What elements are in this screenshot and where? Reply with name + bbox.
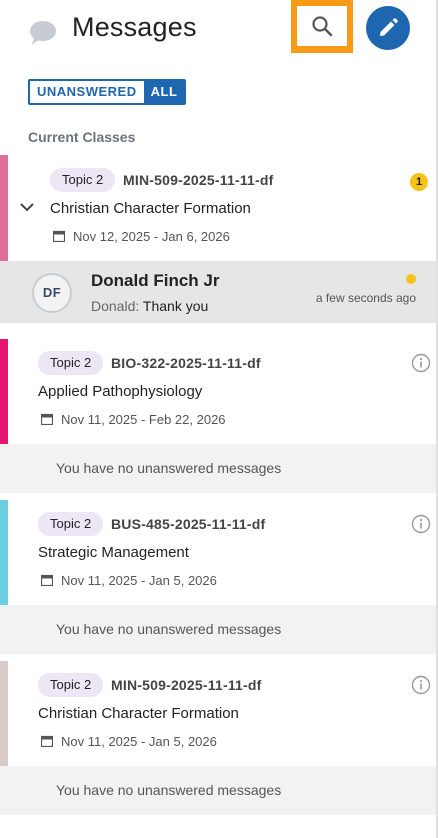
class-color-bar	[0, 500, 8, 606]
class-name: Applied Pathophysiology	[38, 383, 203, 400]
filter-toggle: UNANSWERED ALL	[28, 79, 187, 105]
class-name: Christian Character Formation	[38, 705, 239, 722]
calendar-icon	[53, 230, 65, 242]
pencil-icon	[380, 18, 398, 36]
empty-message: You have no unanswered messages	[0, 766, 438, 815]
search-icon	[312, 16, 333, 37]
message-row[interactable]: DF Donald Finch Jr Donald: Thank you a f…	[0, 261, 438, 323]
chevron-down-icon[interactable]	[19, 201, 35, 213]
compose-button[interactable]	[366, 6, 410, 50]
info-icon[interactable]	[411, 514, 431, 534]
class-card[interactable]: Topic 2 BUS-485-2025-11-11-df Strategic …	[0, 500, 438, 606]
class-dates: Nov 12, 2025 - Jan 6, 2026	[73, 229, 230, 244]
class-code: BIO-322-2025-11-11-df	[111, 355, 261, 371]
class-card[interactable]: Topic 2 MIN-509-2025-11-11-df Christian …	[0, 155, 438, 261]
filter-unanswered[interactable]: UNANSWERED	[30, 81, 144, 103]
search-highlight	[291, 0, 353, 53]
message-preview-from: Donald:	[91, 298, 140, 314]
class-name: Strategic Management	[38, 544, 189, 561]
topic-pill: Topic 2	[50, 168, 116, 192]
class-code: MIN-509-2025-11-11-df	[123, 172, 274, 188]
page-title: Messages	[72, 12, 197, 42]
info-icon[interactable]	[411, 675, 431, 695]
class-code: MIN-509-2025-11-11-df	[111, 677, 262, 693]
message-preview-text: Thank you	[139, 298, 209, 314]
topic-pill: Topic 2	[38, 673, 104, 697]
empty-message: You have no unanswered messages	[0, 444, 438, 493]
calendar-icon	[41, 574, 53, 586]
message-sender: Donald Finch Jr	[91, 271, 220, 290]
class-name: Christian Character Formation	[50, 200, 251, 217]
topic-pill: Topic 2	[38, 351, 104, 375]
avatar: DF	[32, 273, 72, 313]
topic-pill: Topic 2	[38, 512, 104, 536]
unread-dot	[406, 274, 416, 284]
message-preview: Donald: Thank you	[91, 298, 208, 314]
filter-all[interactable]: ALL	[143, 81, 185, 103]
info-icon[interactable]	[411, 353, 431, 373]
class-card[interactable]: Topic 2 MIN-509-2025-11-11-df Christian …	[0, 661, 438, 767]
header: Messages	[0, 0, 438, 70]
class-dates: Nov 11, 2025 - Jan 5, 2026	[61, 734, 217, 749]
class-color-bar	[0, 339, 8, 445]
chat-bubble-icon	[30, 21, 56, 45]
calendar-icon	[41, 735, 53, 747]
search-button[interactable]	[297, 6, 347, 46]
class-dates: Nov 11, 2025 - Feb 22, 2026	[61, 412, 226, 427]
class-color-bar	[0, 155, 8, 261]
class-code: BUS-485-2025-11-11-df	[111, 516, 266, 532]
message-time: a few seconds ago	[315, 291, 416, 305]
calendar-icon	[41, 413, 53, 425]
class-card[interactable]: Topic 2 BIO-322-2025-11-11-df Applied Pa…	[0, 339, 438, 445]
class-color-bar	[0, 661, 8, 767]
unread-count-badge: 1	[410, 173, 428, 191]
section-label: Current Classes	[28, 129, 136, 145]
empty-message: You have no unanswered messages	[0, 605, 438, 654]
class-dates: Nov 11, 2025 - Jan 5, 2026	[61, 573, 217, 588]
